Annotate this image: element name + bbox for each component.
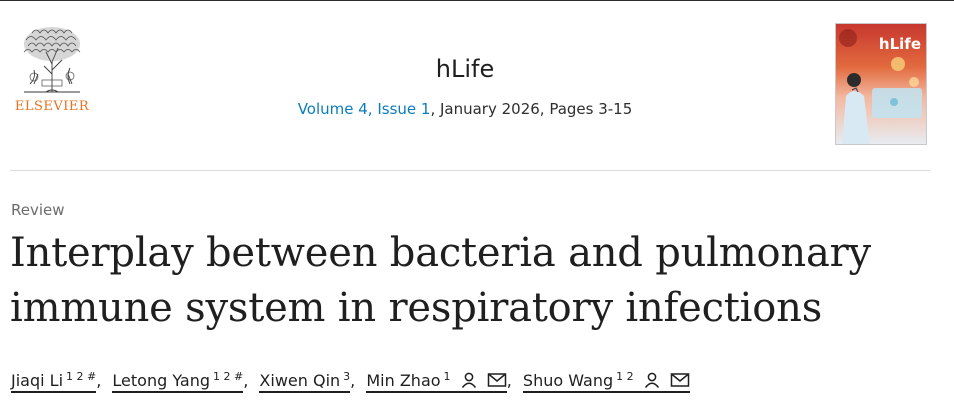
envelope-icon: [487, 373, 506, 387]
author-list: Jiaqi Li 1 2 # , Letong Yang 1 2 # , Xiwen…: [11, 370, 690, 393]
author-link[interactable]: Shuo Wang 1 2: [522, 370, 690, 393]
author-item: Min Zhao 1: [366, 370, 507, 393]
author-link[interactable]: Jiaqi Li 1 2 #: [11, 370, 97, 393]
cover-title: hLife: [878, 35, 921, 53]
author-link[interactable]: Letong Yang 1 2 #: [112, 370, 244, 393]
date-pages: , January 2026, Pages 3-15: [430, 100, 633, 118]
author-item: Shuo Wang 1 2: [522, 370, 690, 393]
person-icon: [644, 372, 659, 388]
person-icon: [461, 372, 476, 388]
author-separator: ,: [506, 371, 512, 390]
journal-title-link[interactable]: hLife: [0, 55, 930, 83]
author-separator: ,: [350, 371, 356, 390]
journal-header: ELSEVIER hLife Volume 4, Issue 1, Januar…: [0, 0, 954, 172]
author-item: Letong Yang 1 2 #: [112, 370, 244, 393]
article-title-line2: immune system in respiratory infections: [10, 285, 823, 331]
article-type-label: Review: [11, 201, 65, 219]
author-separator: ,: [96, 371, 102, 390]
author-separator: ,: [243, 371, 249, 390]
envelope-icon: [670, 373, 690, 387]
author-item: Xiwen Qin 3: [259, 370, 351, 393]
issue-info: Volume 4, Issue 1, January 2026, Pages 3…: [0, 100, 930, 118]
journal-cover-image[interactable]: hLife: [835, 23, 927, 145]
author-link[interactable]: Min Zhao 1: [366, 370, 507, 393]
volume-issue-link[interactable]: Volume 4, Issue 1: [298, 100, 431, 118]
author-item: Jiaqi Li 1 2 #: [11, 370, 97, 393]
article-title: Interplay between bacteria and pulmonary…: [10, 226, 940, 336]
author-link[interactable]: Xiwen Qin 3: [259, 370, 351, 393]
header-divider: [10, 170, 930, 171]
article-title-line1: Interplay between bacteria and pulmonary: [10, 230, 871, 276]
